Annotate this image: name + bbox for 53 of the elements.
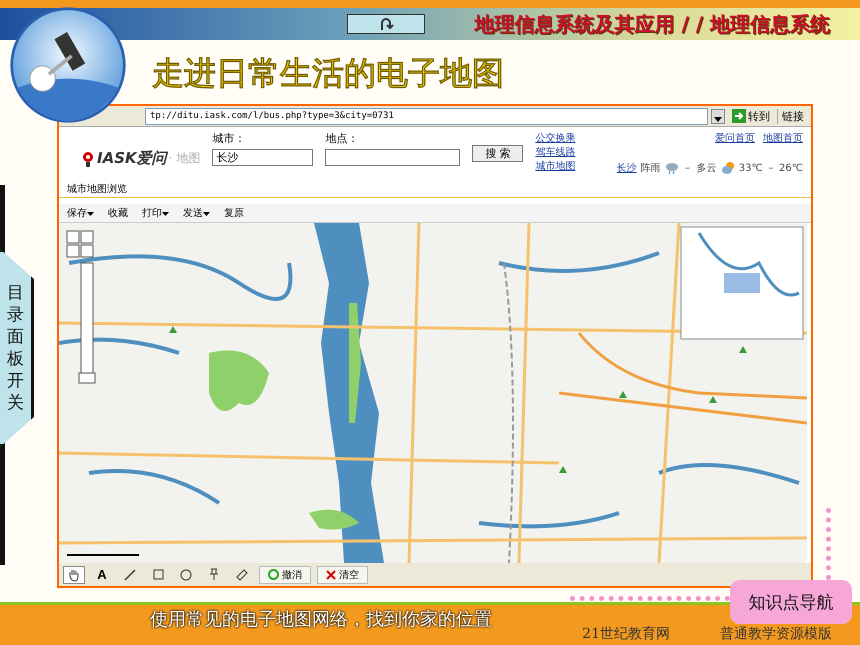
- address-field[interactable]: tp://ditu.iask.com/l/bus.php?type=3&city=0731: [145, 108, 708, 124]
- arrow-icon: [732, 109, 746, 123]
- nav-link[interactable]: 驾车线路: [535, 145, 576, 159]
- circle-icon: [180, 568, 192, 580]
- caption-text: 使用常见的电子地图网络，找到你家的位置: [150, 608, 492, 631]
- nav-link[interactable]: 公交换乘: [535, 131, 576, 145]
- caret-icon: [162, 212, 169, 216]
- toolbar-button[interactable]: 发送: [183, 206, 210, 220]
- go-button[interactable]: 转到: [728, 108, 774, 124]
- ruler-icon: [236, 568, 248, 580]
- sun-cloud-icon: [720, 161, 735, 175]
- text-tool[interactable]: A: [91, 566, 113, 584]
- toolbar-button[interactable]: 保存: [67, 206, 94, 220]
- back-button[interactable]: [346, 14, 424, 34]
- course-title: 地理信息系统及其应用 / / 地理信息系统: [474, 10, 830, 38]
- footer-site: 21世纪教育网: [582, 625, 670, 643]
- nav-link[interactable]: 城市地图: [535, 159, 576, 173]
- dash-text: －: [682, 162, 693, 175]
- site-logo: IASK爱问: [97, 149, 167, 168]
- search-button[interactable]: 搜 索: [472, 145, 524, 162]
- place-label: 地点：: [325, 131, 360, 146]
- logo-subtitle: · 地图: [168, 150, 200, 167]
- knowledge-nav-button[interactable]: 知识点导航: [730, 580, 852, 624]
- breadcrumb-text: 城市地图浏览: [59, 181, 811, 198]
- caret-icon: [87, 212, 94, 216]
- toolbar-button[interactable]: 打印: [142, 206, 169, 220]
- clear-button[interactable]: 清空: [317, 566, 368, 584]
- tool-button[interactable]: [63, 566, 85, 584]
- home-link[interactable]: 地图首页: [763, 131, 803, 145]
- temperature-text: 33℃ － 26℃: [738, 162, 803, 175]
- line-icon: [124, 568, 136, 580]
- close-icon: [326, 570, 336, 580]
- city-link[interactable]: 长沙: [616, 161, 637, 175]
- dropdown-button[interactable]: [711, 108, 725, 124]
- home-link[interactable]: 爱问首页: [715, 131, 755, 145]
- rain-cloud-icon: [664, 161, 679, 175]
- undo-button[interactable]: 撤消: [259, 566, 311, 584]
- weather-text: 阵雨: [640, 162, 661, 175]
- city-label: 城市：: [212, 131, 246, 146]
- place-field[interactable]: [325, 149, 460, 166]
- hand-icon: [67, 568, 81, 582]
- caret-icon: [714, 116, 722, 122]
- pushpin-icon: [208, 568, 220, 581]
- links-button[interactable]: 链接: [777, 108, 808, 124]
- caret-icon: [203, 212, 210, 216]
- footer-template: 普通教学资源模版: [720, 625, 832, 643]
- city-field[interactable]: 长沙: [212, 149, 314, 166]
- toolbar-button[interactable]: 复原: [224, 206, 244, 220]
- weather-text: 多云: [696, 162, 717, 175]
- rectangle-icon: [152, 569, 164, 580]
- toolbar-button[interactable]: 收藏: [108, 206, 128, 220]
- slide-title: 走进日常生活的电子地图: [152, 53, 505, 94]
- side-panel-tab[interactable]: 目录面板开关: [0, 249, 34, 447]
